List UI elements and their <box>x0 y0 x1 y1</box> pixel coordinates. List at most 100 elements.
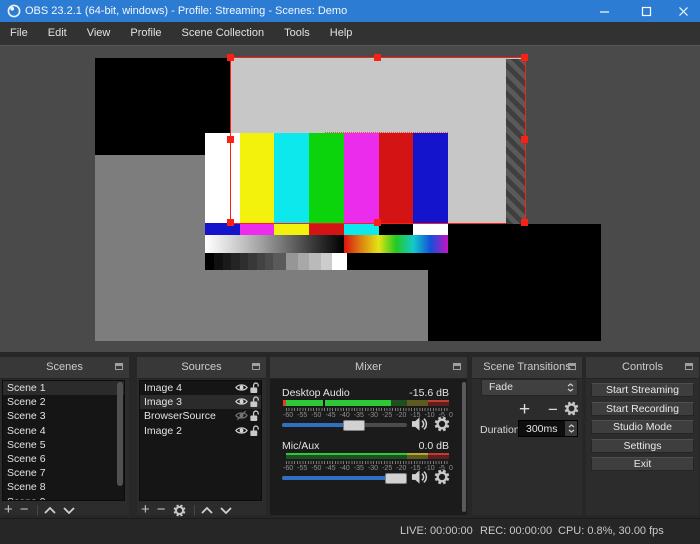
scenes-scrollbar[interactable] <box>117 382 123 486</box>
start-recording-button[interactable]: Start Recording <box>591 401 694 416</box>
menu-item-tools[interactable]: Tools <box>274 22 320 45</box>
volume-slider[interactable] <box>282 419 407 431</box>
channel-gear-icon[interactable] <box>434 416 450 432</box>
rec-status: REC: 00:00:00 <box>480 525 553 537</box>
panel-scene-transitions: Scene Transitions Fade + − Duration 300m… <box>472 357 582 515</box>
controls-panel-header[interactable]: Controls <box>586 357 699 379</box>
slider-handle[interactable] <box>385 472 407 484</box>
title-bar[interactable]: OBS 23.2.1 (64-bit, windows) - Profile: … <box>0 0 700 22</box>
scenes-list: Scene 1 Scene 2 Scene 3 Scene 4 Scene 5 Scene… <box>2 380 125 501</box>
scene-row-scene-4[interactable]: Scene 4 <box>3 424 124 438</box>
slider-handle[interactable] <box>343 419 365 431</box>
tick-label: -50 <box>311 464 322 472</box>
toolbar-separator <box>36 504 38 516</box>
settings-button[interactable]: Settings <box>591 438 694 453</box>
popout-icon[interactable] <box>568 363 576 370</box>
selection-handle[interactable] <box>226 218 234 226</box>
grayscale-ramp <box>205 235 344 253</box>
selection-handle[interactable] <box>226 136 234 143</box>
move-up-icon[interactable] <box>200 506 213 514</box>
transitions-panel-title: Scene Transitions <box>483 361 571 373</box>
selection-handle[interactable] <box>373 53 381 61</box>
step-block <box>297 253 309 270</box>
selection-handle[interactable] <box>520 53 528 61</box>
properties-gear-icon[interactable] <box>173 504 186 517</box>
remove-transition-button[interactable]: − <box>548 400 558 420</box>
selection-handle[interactable] <box>520 218 528 226</box>
scenes-panel-header[interactable]: Scenes <box>0 357 129 379</box>
source-row-browsersource[interactable]: BrowserSource <box>140 409 261 423</box>
minimize-button[interactable] <box>587 0 621 22</box>
transition-select[interactable]: Fade <box>481 379 578 396</box>
scenes-panel-title: Scenes <box>46 361 83 373</box>
source-row-image-3[interactable]: Image 3 <box>140 395 261 410</box>
speaker-icon[interactable] <box>411 469 428 485</box>
tick-label: -20 <box>396 464 407 472</box>
scene-row-scene-5[interactable]: Scene 5 <box>3 438 124 452</box>
selection-handle[interactable] <box>226 53 234 61</box>
scene-row-scene-1[interactable]: Scene 1 <box>3 381 124 396</box>
scene-row-scene-2[interactable]: Scene 2 <box>3 395 124 409</box>
scene-row-scene-7[interactable]: Scene 7 <box>3 466 124 480</box>
popout-icon[interactable] <box>453 363 461 370</box>
selection-box[interactable] <box>230 57 526 224</box>
select-arrows-icon <box>567 381 574 392</box>
color-block <box>309 223 344 235</box>
scene-row-scene-8[interactable]: Scene 8 <box>3 480 124 494</box>
step-block <box>265 253 273 270</box>
close-button[interactable] <box>666 0 700 22</box>
tick-label: -40 <box>339 411 350 419</box>
tick-label: -60 <box>283 411 294 419</box>
add-button[interactable]: + <box>141 502 150 517</box>
source-row-image-2[interactable]: Image 2 <box>140 424 261 438</box>
menu-item-help[interactable]: Help <box>320 22 363 45</box>
unlock-icon[interactable] <box>249 424 260 442</box>
remove-button[interactable]: − <box>157 502 166 517</box>
mixer-scrollbar[interactable] <box>462 382 466 512</box>
popout-icon[interactable] <box>685 363 693 370</box>
start-streaming-button[interactable]: Start Streaming <box>591 383 694 397</box>
selection-handle[interactable] <box>520 136 528 143</box>
popout-icon[interactable] <box>252 363 260 370</box>
step-block <box>214 253 223 270</box>
scene-row-scene-3[interactable]: Scene 3 <box>3 409 124 423</box>
transition-settings-gear-icon[interactable] <box>564 401 579 421</box>
move-down-icon[interactable] <box>62 506 75 514</box>
step-block <box>309 253 321 270</box>
mixer-channel-db: -15.6 dB <box>409 387 449 399</box>
exit-button[interactable]: Exit <box>591 457 694 472</box>
studio-mode-button[interactable]: Studio Mode <box>591 420 694 435</box>
menu-item-scene-collection[interactable]: Scene Collection <box>172 22 275 45</box>
source-row-image-4[interactable]: Image 4 <box>140 381 261 395</box>
menu-item-view[interactable]: View <box>77 22 121 45</box>
remove-button[interactable]: − <box>20 502 29 517</box>
mixer-panel-header[interactable]: Mixer <box>270 357 467 379</box>
preview-area[interactable] <box>0 45 700 353</box>
add-transition-button[interactable]: + <box>519 399 530 421</box>
duration-input[interactable]: 300ms <box>518 420 578 437</box>
move-down-icon[interactable] <box>219 506 232 514</box>
duration-spinner[interactable] <box>565 421 577 436</box>
transitions-panel-header[interactable]: Scene Transitions <box>472 357 582 379</box>
obs-logo-icon <box>7 4 21 23</box>
channel-gear-icon[interactable] <box>434 469 450 485</box>
volume-slider[interactable] <box>282 472 407 484</box>
menu-item-edit[interactable]: Edit <box>38 22 77 45</box>
move-up-icon[interactable] <box>43 506 56 514</box>
sources-panel-header[interactable]: Sources <box>137 357 266 379</box>
maximize-button[interactable] <box>629 0 663 22</box>
selection-handle[interactable] <box>373 218 381 226</box>
popout-icon[interactable] <box>115 363 123 370</box>
source-name: Image 3 <box>144 396 182 409</box>
menu-item-profile[interactable]: Profile <box>120 22 171 45</box>
panel-controls: Controls Start Streaming Start Recording S… <box>586 357 699 515</box>
eye-icon[interactable] <box>235 425 248 441</box>
menu-item-file[interactable]: File <box>0 22 38 45</box>
add-button[interactable]: + <box>4 502 13 517</box>
live-status: LIVE: 00:00:00 <box>400 525 473 537</box>
tick-label: -20 <box>396 411 407 419</box>
speaker-icon[interactable] <box>411 416 428 432</box>
source-black-bottom-right[interactable] <box>428 224 601 341</box>
meter-ticks <box>286 407 449 411</box>
scene-row-scene-6[interactable]: Scene 6 <box>3 452 124 466</box>
